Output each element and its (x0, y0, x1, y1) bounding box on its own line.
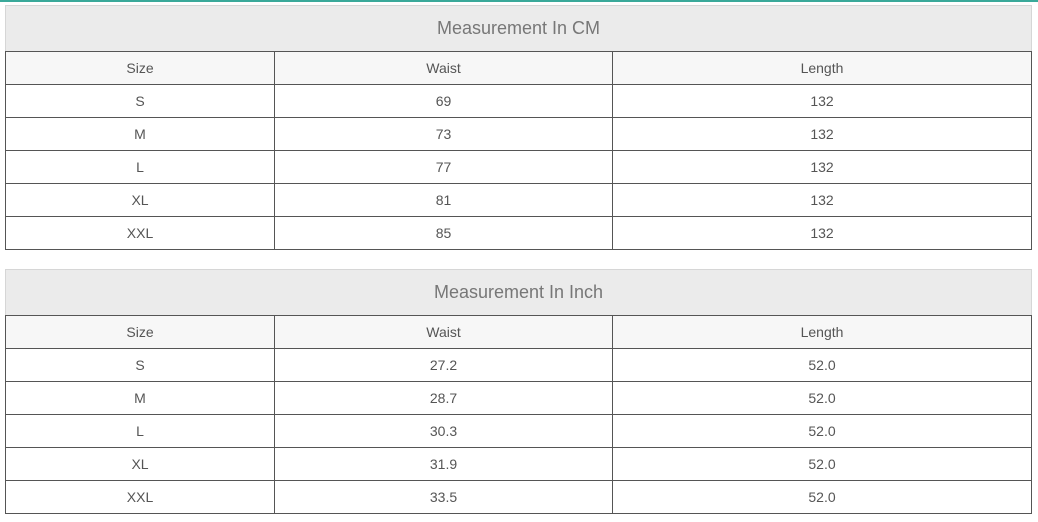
cell-length: 52.0 (611, 480, 1033, 514)
cell-size: L (5, 414, 275, 448)
cell-length: 132 (612, 117, 1032, 151)
cell-size: XXL (5, 480, 275, 514)
cell-waist: 77 (274, 150, 613, 184)
cell-waist: 31.9 (274, 447, 613, 481)
table-row: XL 81 132 (5, 183, 1032, 217)
size-table-inch: Measurement In Inch Size Waist Length S … (4, 269, 1033, 514)
cell-length: 52.0 (611, 348, 1033, 382)
header-length: Length (612, 51, 1032, 85)
table-row: XXL 33.5 52.0 (5, 480, 1033, 514)
table-header-row: Size Waist Length (5, 315, 1033, 349)
table-caption-row: Measurement In Inch (4, 269, 1033, 316)
header-waist: Waist (274, 51, 613, 85)
table-row: L 77 132 (5, 150, 1032, 184)
cell-waist: 33.5 (274, 480, 613, 514)
cell-waist: 73 (274, 117, 613, 151)
table-row: L 30.3 52.0 (5, 414, 1033, 448)
header-waist: Waist (274, 315, 613, 349)
header-length: Length (611, 315, 1033, 349)
cell-waist: 85 (274, 216, 613, 250)
cell-length: 52.0 (611, 381, 1033, 415)
cell-waist: 27.2 (274, 348, 613, 382)
cell-size: XXL (5, 216, 275, 250)
table-row: S 69 132 (5, 84, 1032, 118)
cell-size: M (5, 117, 275, 151)
table-row: M 73 132 (5, 117, 1032, 151)
cell-size: XL (5, 447, 275, 481)
cell-size: XL (5, 183, 275, 217)
table-title: Measurement In CM (5, 5, 1032, 52)
cell-size: M (5, 381, 275, 415)
cell-length: 132 (612, 216, 1032, 250)
table-row: M 28.7 52.0 (5, 381, 1033, 415)
cell-waist: 30.3 (274, 414, 613, 448)
cell-waist: 28.7 (274, 381, 613, 415)
table-caption-row: Measurement In CM (5, 5, 1032, 52)
table-row: XXL 85 132 (5, 216, 1032, 250)
top-accent-line (0, 0, 1038, 2)
cell-length: 132 (612, 183, 1032, 217)
cell-length: 132 (612, 84, 1032, 118)
cell-size: S (5, 84, 275, 118)
cell-waist: 69 (274, 84, 613, 118)
cell-length: 52.0 (611, 447, 1033, 481)
cell-length: 52.0 (611, 414, 1033, 448)
cell-waist: 81 (274, 183, 613, 217)
table-row: S 27.2 52.0 (5, 348, 1033, 382)
header-size: Size (5, 51, 275, 85)
size-table-cm: Measurement In CM Size Waist Length S 69… (5, 5, 1032, 250)
table-header-row: Size Waist Length (5, 51, 1032, 85)
table-row: XL 31.9 52.0 (5, 447, 1033, 481)
table-title: Measurement In Inch (4, 269, 1033, 316)
cell-length: 132 (612, 150, 1032, 184)
cell-size: S (5, 348, 275, 382)
header-size: Size (5, 315, 275, 349)
cell-size: L (5, 150, 275, 184)
